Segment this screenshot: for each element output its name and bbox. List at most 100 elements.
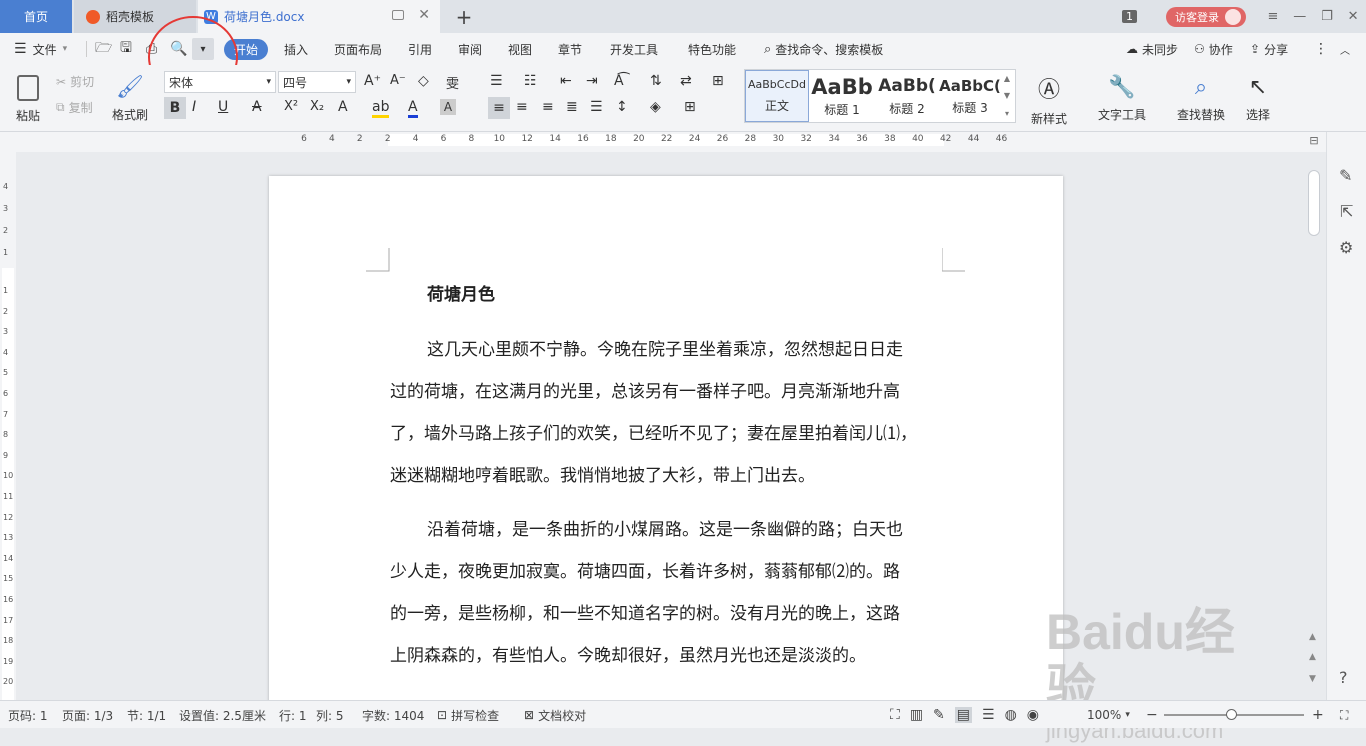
bold-button[interactable]: B	[164, 97, 186, 119]
table-borders-button[interactable]: ⊞	[684, 99, 696, 115]
copy-button[interactable]: ⧉ 复制	[56, 99, 93, 116]
underline-button[interactable]: U	[218, 99, 228, 115]
numbered-list-icon[interactable]: ☷	[524, 73, 537, 89]
zoom-slider-thumb[interactable]	[1226, 709, 1237, 720]
scroll-thumb[interactable]	[1308, 170, 1320, 236]
italic-button[interactable]: I	[192, 99, 196, 115]
status-page[interactable]: 页面: 1/3	[62, 701, 113, 729]
sort-icon[interactable]: ⇅	[650, 73, 662, 89]
font-name-select[interactable]: 宋体 ▾	[164, 71, 276, 93]
highlight-button[interactable]: ab	[372, 99, 390, 118]
align-left-button[interactable]: ≡	[488, 97, 510, 119]
settings-sliders-icon[interactable]: ⚙	[1339, 238, 1353, 257]
shrink-font-icon[interactable]: A⁻	[390, 73, 406, 88]
pointer-icon[interactable]: ⇱	[1340, 202, 1353, 221]
sync-status[interactable]: ☁ 未同步	[1126, 33, 1178, 65]
text-effect-button[interactable]: A	[338, 99, 348, 115]
vertical-scrollbar[interactable]: ▲ ▲ ▼	[1306, 152, 1324, 700]
new-tab-button[interactable]: +	[452, 0, 476, 33]
spell-check-button[interactable]: ⊡ 拼写检查	[437, 701, 499, 729]
fullscreen-icon[interactable]: ⛶	[890, 707, 900, 723]
tab-view[interactable]: 视图	[508, 33, 532, 65]
pin-icon[interactable]	[392, 10, 404, 20]
file-menu[interactable]: ☰ 文件 ▾	[14, 33, 67, 65]
open-folder-icon[interactable]: 🗁	[95, 33, 112, 65]
collapse-ribbon-icon[interactable]: ︿	[1340, 33, 1350, 65]
distributed-button[interactable]: ☰	[590, 99, 603, 115]
char-shading-button[interactable]: A	[440, 99, 456, 115]
tab-page-layout[interactable]: 页面布局	[334, 33, 382, 65]
text-tools-button[interactable]: 🔧 文字工具	[1092, 71, 1152, 127]
font-size-select[interactable]: 四号 ▾	[278, 71, 356, 93]
outline-view-icon[interactable]: ☰	[982, 707, 995, 723]
eye-protection-icon[interactable]: ◉	[1027, 707, 1039, 723]
superscript-button[interactable]: X²	[284, 99, 298, 114]
write-mode-icon[interactable]: ✎	[933, 707, 945, 723]
strikethrough-button[interactable]: A	[252, 99, 262, 115]
status-row[interactable]: 行: 1	[279, 701, 307, 729]
pen-icon[interactable]: ✎	[1339, 166, 1352, 185]
font-color-button[interactable]: A	[408, 99, 418, 118]
phonetic-guide-icon[interactable]: 雯	[446, 73, 459, 92]
page-view-icon[interactable]: ▤	[954, 707, 973, 723]
visitor-login-button[interactable]: 访客登录	[1166, 0, 1246, 33]
vertical-ruler[interactable]: 4 3 2 1 1 2 3 4 5 6 7 8 9 10 11 12 13 14 15 16 17 18 19 20	[0, 152, 16, 700]
justify-button[interactable]: ≣	[566, 99, 578, 115]
status-setting[interactable]: 设置值: 2.5厘米	[179, 701, 266, 729]
more-options-icon[interactable]: ⋮	[1314, 33, 1328, 65]
status-col[interactable]: 列: 5	[316, 701, 344, 729]
collaborate-button[interactable]: ⚇ 协作	[1194, 33, 1233, 65]
share-button[interactable]: ⇪ 分享	[1250, 33, 1288, 65]
clear-format-icon[interactable]: ◇	[418, 73, 429, 89]
zoom-out-icon[interactable]: −	[1146, 701, 1158, 729]
tab-insert[interactable]: 插入	[284, 33, 308, 65]
tab-review[interactable]: 审阅	[458, 33, 482, 65]
select-button[interactable]: ↖ 选择	[1238, 71, 1278, 127]
line-spacing-button[interactable]: ↕	[616, 99, 628, 115]
style-heading-3[interactable]: AaBbC( 标题 3	[939, 70, 1001, 122]
tab-references[interactable]: 引用	[408, 33, 432, 65]
paste-button[interactable]: 粘贴	[10, 71, 46, 127]
minimize-icon[interactable]: —	[1293, 9, 1306, 24]
cut-button[interactable]: ✂ 剪切	[56, 73, 94, 90]
status-word-count[interactable]: 字数: 1404	[362, 701, 424, 729]
skin-icon[interactable]: ≡	[1267, 9, 1278, 24]
zoom-slider[interactable]	[1164, 701, 1304, 729]
chinese-layout-icon[interactable]: A͡	[614, 73, 624, 89]
web-view-icon[interactable]: ◍	[1005, 707, 1017, 723]
help-icon[interactable]: ?	[1339, 668, 1348, 687]
grow-font-icon[interactable]: A⁺	[364, 73, 381, 89]
shading-button[interactable]: ◈	[650, 99, 661, 115]
style-gallery-scroll[interactable]: ▲ ▼ ▾	[1001, 70, 1013, 122]
close-window-icon[interactable]: ✕	[1348, 9, 1359, 24]
decrease-indent-icon[interactable]: ⇤	[560, 73, 572, 89]
save-icon[interactable]: 🖫	[120, 33, 132, 65]
style-normal[interactable]: AaBbCcDd 正文	[745, 70, 809, 122]
borders-icon[interactable]: ⊞	[712, 73, 724, 89]
restore-icon[interactable]: ❐	[1321, 9, 1333, 24]
close-tab-icon[interactable]: ✕	[418, 7, 430, 23]
command-search[interactable]: ⌕ 查找命令、搜索模板	[764, 33, 883, 65]
subscript-button[interactable]: X₂	[310, 99, 324, 114]
fit-page-icon[interactable]: ⛶	[1340, 701, 1348, 729]
align-center-button[interactable]: ≡	[516, 99, 528, 115]
read-mode-icon[interactable]: ▥	[910, 707, 923, 723]
bullet-list-icon[interactable]: ☰	[490, 73, 503, 89]
proofread-button[interactable]: ⊠ 文档校对	[524, 701, 586, 729]
new-style-button[interactable]: Ⓐ 新样式	[1024, 71, 1074, 127]
next-page-icon[interactable]: ▼	[1309, 674, 1316, 684]
paragraph-1[interactable]: 这几天心里颇不宁静。今晚在院子里坐着乘凉，忽然想起日日走 过的荷塘，在这满月的光…	[390, 329, 950, 497]
increase-indent-icon[interactable]: ⇥	[586, 73, 598, 89]
tab-special-features[interactable]: 特色功能	[688, 33, 736, 65]
tab-section[interactable]: 章节	[558, 33, 582, 65]
zoom-in-icon[interactable]: +	[1312, 701, 1324, 729]
style-heading-2[interactable]: AaBb( 标题 2	[875, 70, 939, 122]
prev-page-icon[interactable]: ▲	[1309, 652, 1316, 662]
status-page-code[interactable]: 页码: 1	[8, 701, 48, 729]
find-replace-button[interactable]: ⌕ 查找替换	[1170, 71, 1232, 127]
format-painter-button[interactable]: 🖌 格式刷	[110, 71, 150, 127]
tab-developer[interactable]: 开发工具	[610, 33, 658, 65]
document-title[interactable]: 荷塘月色	[427, 280, 495, 305]
ruler-toggle-icon[interactable]: ⊟	[1306, 134, 1322, 150]
scroll-up-icon[interactable]: ▲	[1309, 632, 1316, 642]
